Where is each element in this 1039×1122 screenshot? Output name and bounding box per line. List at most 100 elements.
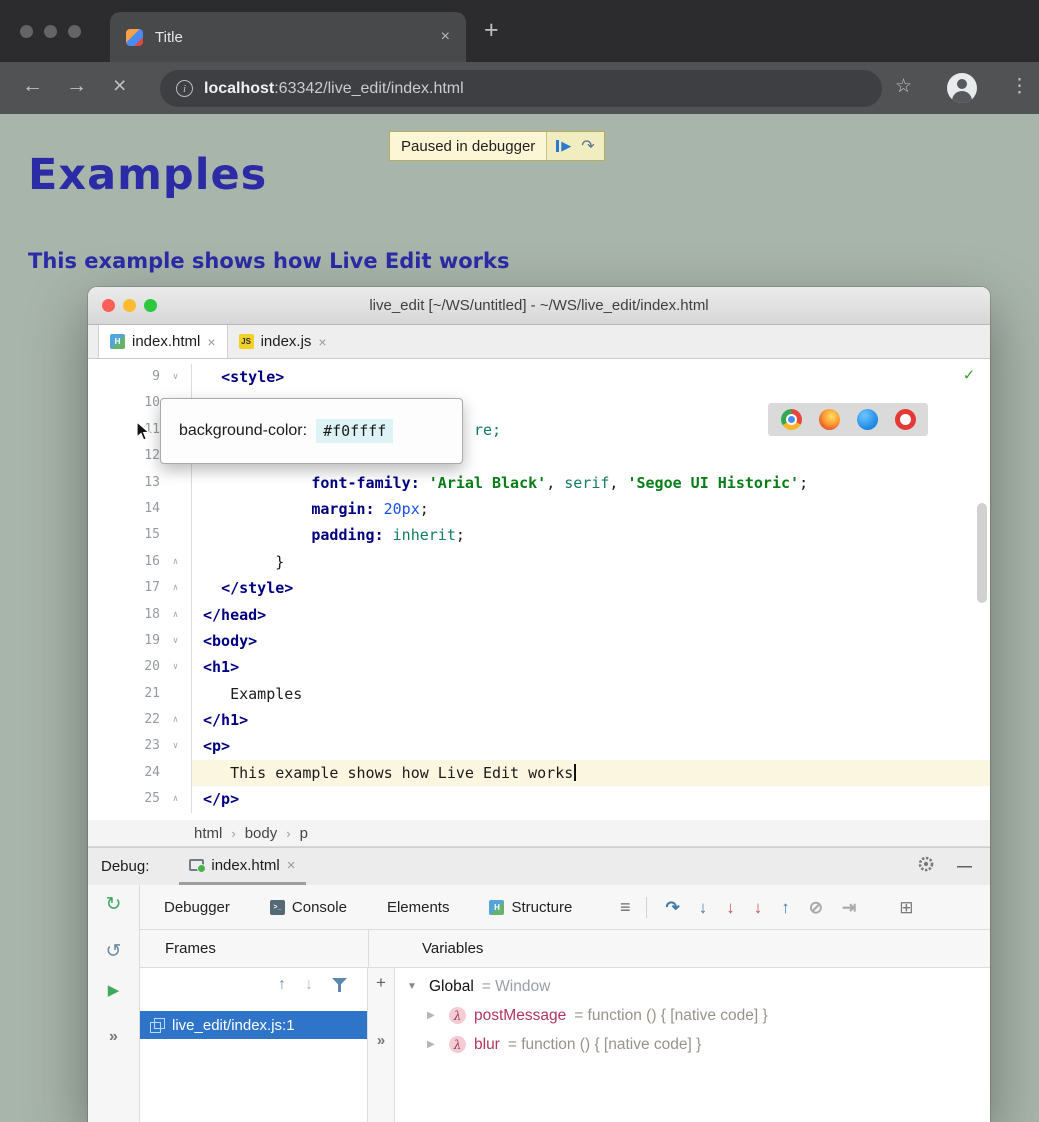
variable-row-blur[interactable]: ▶λblur= function () { [native code] } [395,1030,990,1059]
line-number[interactable]: 13 [88,470,160,496]
code-line-22[interactable]: 22∧</h1> [88,707,990,733]
line-number[interactable]: 12 [88,443,160,469]
code-editor[interactable]: 9∨ <style>1011 re;1213 font-family: 'Ari… [88,359,990,820]
window-close-button[interactable] [20,25,33,38]
code-line-25[interactable]: 25∧</p> [88,786,990,812]
expand-closed-icon[interactable]: ▶ [427,1010,441,1021]
ide-zoom-button[interactable] [144,299,157,312]
debug-more-options-button[interactable]: » [88,1025,139,1049]
breadcrumb-body[interactable]: body [245,825,278,842]
frame-up-icon[interactable]: ↑ [278,976,286,994]
debug-tab-console[interactable]: >_Console [270,899,347,916]
new-tab-button[interactable]: + [484,16,499,45]
code-text[interactable]: This example shows how Live Edit works [192,760,990,786]
code-line-18[interactable]: 18∧</head> [88,602,990,628]
editor-tab-index.html[interactable]: Hindex.html× [98,325,228,358]
filter-icon[interactable] [332,978,347,992]
code-text[interactable]: </p> [192,786,990,812]
stop-button[interactable]: × [113,72,126,99]
code-line-14[interactable]: 14 margin: 20px; [88,496,990,522]
forward-button[interactable]: → [66,74,87,98]
expand-closed-icon[interactable]: ▶ [427,1039,441,1050]
fold-up-icon[interactable]: ∧ [160,575,192,601]
ide-close-button[interactable] [102,299,115,312]
fold-up-icon[interactable]: ∧ [160,602,192,628]
code-line-23[interactable]: 23∨<p> [88,733,990,759]
debug-tab-close-icon[interactable]: × [287,857,296,874]
code-text[interactable]: } [192,549,990,575]
window-minimize-button[interactable] [44,25,57,38]
code-line-19[interactable]: 19∨<body> [88,628,990,654]
code-line-21[interactable]: 21 Examples [88,681,990,707]
code-line-15[interactable]: 15 padding: inherit; [88,522,990,548]
view-options-icon[interactable]: ≡ [620,897,647,918]
window-zoom-button[interactable] [68,25,81,38]
site-info-icon[interactable]: i [176,80,193,97]
bookmark-star-icon[interactable]: ☆ [895,75,912,98]
url-text[interactable]: localhost:63342/live_edit/index.html [204,80,464,98]
fold-up-icon[interactable]: ∧ [160,549,192,575]
code-line-20[interactable]: 20∨<h1> [88,654,990,680]
variable-row-Global[interactable]: ▼Global= Window [395,972,990,1001]
debug-resume-button[interactable]: ▶ [88,979,139,1003]
code-line-13[interactable]: 13 font-family: 'Arial Black', serif, 'S… [88,470,990,496]
fold-down-icon[interactable]: ∨ [160,364,192,390]
drop-frame-icon[interactable]: ↓ [754,898,763,918]
variable-row-postMessage[interactable]: ▶λpostMessage= function () { [native cod… [395,1001,990,1030]
safari-icon[interactable] [857,409,878,430]
code-line-17[interactable]: 17∧ </style> [88,575,990,601]
debug-session-tab[interactable]: index.html × [179,848,305,885]
browser-tab[interactable]: Title × [110,12,466,62]
line-number[interactable]: 9 [88,364,160,390]
line-number[interactable]: 18 [88,602,160,628]
fold-up-icon[interactable]: ∧ [160,707,192,733]
address-bar[interactable]: i localhost:63342/live_edit/index.html [160,70,882,107]
watches-more-icon[interactable]: » [368,1032,394,1049]
line-number[interactable]: 25 [88,786,160,812]
step-into-icon[interactable]: ↓ [699,898,708,918]
editor-tab-close-icon[interactable]: × [318,334,326,350]
code-text[interactable]: padding: inherit; [192,522,990,548]
code-text[interactable]: </h1> [192,707,990,733]
opera-icon[interactable] [895,409,916,430]
run-to-cursor-icon[interactable]: ⇥ [842,898,856,918]
line-number[interactable]: 16 [88,549,160,575]
debug-tab-elements[interactable]: Elements [387,899,450,916]
line-number[interactable]: 20 [88,654,160,680]
add-watch-button[interactable]: + [368,973,394,993]
resume-script-button[interactable]: ▶ [556,138,571,154]
hide-toolwindow-icon[interactable]: — [957,858,972,875]
code-line-9[interactable]: 9∨ <style> [88,364,990,390]
line-number[interactable]: 24 [88,760,160,786]
force-step-into-icon[interactable]: ↓ [726,898,735,918]
line-number[interactable]: 15 [88,522,160,548]
step-over-icon[interactable]: ↷ [666,898,680,918]
code-text[interactable]: </style> [192,575,990,601]
debug-tab-debugger[interactable]: Debugger [164,899,230,916]
code-line-24[interactable]: 24 This example shows how Live Edit work… [88,760,990,786]
debug-tab-structure[interactable]: HStructure [489,899,572,916]
code-text[interactable]: Examples [192,681,990,707]
line-number[interactable]: 14 [88,496,160,522]
breadcrumb-html[interactable]: html [194,825,222,842]
line-number[interactable]: 10 [88,390,160,416]
chrome-icon[interactable] [781,409,802,430]
code-text[interactable]: <h1> [192,654,990,680]
ide-titlebar[interactable]: live_edit [~/WS/untitled] - ~/WS/live_ed… [88,287,990,325]
line-number[interactable]: 19 [88,628,160,654]
code-text[interactable]: <p> [192,733,990,759]
layout-settings-icon[interactable]: ⊞ [899,898,913,918]
tab-close-icon[interactable]: × [441,28,450,46]
debug-reload-page-button[interactable]: ↺ [88,940,139,964]
breadcrumb-p[interactable]: p [300,825,308,842]
fold-down-icon[interactable]: ∨ [160,654,192,680]
code-text[interactable]: margin: 20px; [192,496,990,522]
editor-tab-close-icon[interactable]: × [207,334,215,350]
line-number[interactable]: 22 [88,707,160,733]
editor-scrollbar[interactable] [977,503,987,603]
fold-down-icon[interactable]: ∨ [160,733,192,759]
code-line-16[interactable]: 16∧ } [88,549,990,575]
selected-frame-row[interactable]: live_edit/index.js:1 [140,1011,367,1039]
fold-down-icon[interactable]: ∨ [160,628,192,654]
step-out-icon[interactable]: ↑ [781,898,790,918]
